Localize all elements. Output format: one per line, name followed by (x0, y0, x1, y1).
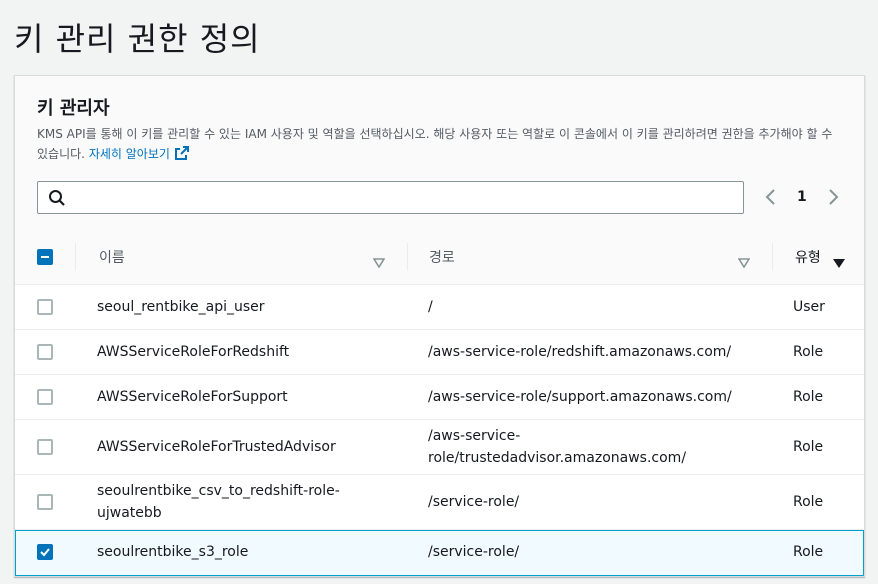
previous-page-chevron-icon[interactable] (763, 187, 777, 211)
table-row-selected[interactable]: seoulrentbike_s3_role /service-role/ Rol… (15, 530, 864, 576)
row-checkbox-checked[interactable] (37, 544, 53, 560)
table-row[interactable]: seoulrentbike_csv_to_redshift-role- ujwa… (15, 475, 864, 530)
external-link-icon (174, 145, 190, 167)
select-all-checkbox[interactable] (37, 249, 53, 265)
search-input[interactable] (74, 182, 734, 213)
row-checkbox[interactable] (37, 344, 53, 360)
checkmark-icon (40, 548, 50, 557)
row-checkbox[interactable] (37, 299, 53, 315)
table-row[interactable]: seoul_rentbike_api_user / User (15, 285, 864, 330)
learn-more-label: 자세히 알아보기 (88, 147, 170, 161)
column-divider (75, 243, 76, 271)
column-header-type[interactable]: 유형 (795, 231, 821, 285)
sort-type-descending-icon[interactable] (833, 253, 845, 272)
pagination: 1 (763, 183, 853, 213)
table-row[interactable]: AWSServiceRoleForSupport /aws-service-ro… (15, 375, 864, 420)
column-divider (407, 243, 408, 271)
key-administrators-panel: 키 관리자 KMS API를 통해 이 키를 관리할 수 있는 IAM 사용자 … (14, 75, 865, 577)
panel-title: 키 관리자 (37, 98, 110, 119)
panel-header: 키 관리자 KMS API를 통해 이 키를 관리할 수 있는 IAM 사용자 … (15, 76, 864, 285)
row-type: Role (793, 494, 824, 510)
column-header-name[interactable]: 이름 (99, 231, 125, 285)
row-name: seoul_rentbike_api_user (97, 299, 265, 315)
page-title: 키 관리 권한 정의 (14, 20, 261, 58)
row-path-line-2: role/trustedadvisor.amazonaws.com/ (428, 450, 687, 466)
learn-more-link[interactable]: 자세히 알아보기 (88, 146, 190, 161)
sort-path-triangle-icon[interactable] (737, 253, 751, 272)
row-name: AWSServiceRoleForTrustedAdvisor (97, 439, 336, 455)
row-type: Role (793, 344, 824, 360)
search-box (37, 181, 744, 214)
row-name: seoulrentbike_s3_role (97, 544, 249, 560)
row-name-line-2: ujwatebb (97, 505, 162, 521)
row-path: / (428, 299, 433, 315)
row-type: User (793, 299, 825, 315)
row-path-line-1: /aws-service- (428, 428, 521, 444)
table-header: 이름 경로 유형 (15, 231, 864, 285)
column-divider (772, 243, 773, 271)
row-path: /aws-service-role/support.amazonaws.com/ (428, 389, 732, 405)
row-type: Role (793, 544, 824, 560)
row-checkbox[interactable] (37, 389, 53, 405)
table-row[interactable]: AWSServiceRoleForTrustedAdvisor /aws-ser… (15, 420, 864, 475)
row-type: Role (793, 389, 824, 405)
panel-description: KMS API를 통해 이 키를 관리할 수 있는 IAM 사용자 및 역할을 … (37, 124, 837, 167)
row-checkbox[interactable] (37, 494, 53, 510)
table-row[interactable]: AWSServiceRoleForRedshift /aws-service-r… (15, 330, 864, 375)
row-path: /service-role/ (428, 494, 520, 510)
row-path: /aws-service-role/redshift.amazonaws.com… (428, 344, 732, 360)
row-path: /service-role/ (428, 544, 520, 560)
sort-name-triangle-icon[interactable] (372, 253, 386, 272)
row-name: AWSServiceRoleForSupport (97, 389, 288, 405)
column-header-path[interactable]: 경로 (429, 231, 455, 285)
row-type: Role (793, 439, 824, 455)
row-name-line-1: seoulrentbike_csv_to_redshift-role- (97, 483, 340, 499)
next-page-chevron-icon[interactable] (827, 187, 841, 211)
row-name: AWSServiceRoleForRedshift (97, 344, 290, 360)
search-icon (48, 189, 66, 211)
current-page-number[interactable]: 1 (797, 189, 807, 205)
row-checkbox[interactable] (37, 439, 53, 455)
